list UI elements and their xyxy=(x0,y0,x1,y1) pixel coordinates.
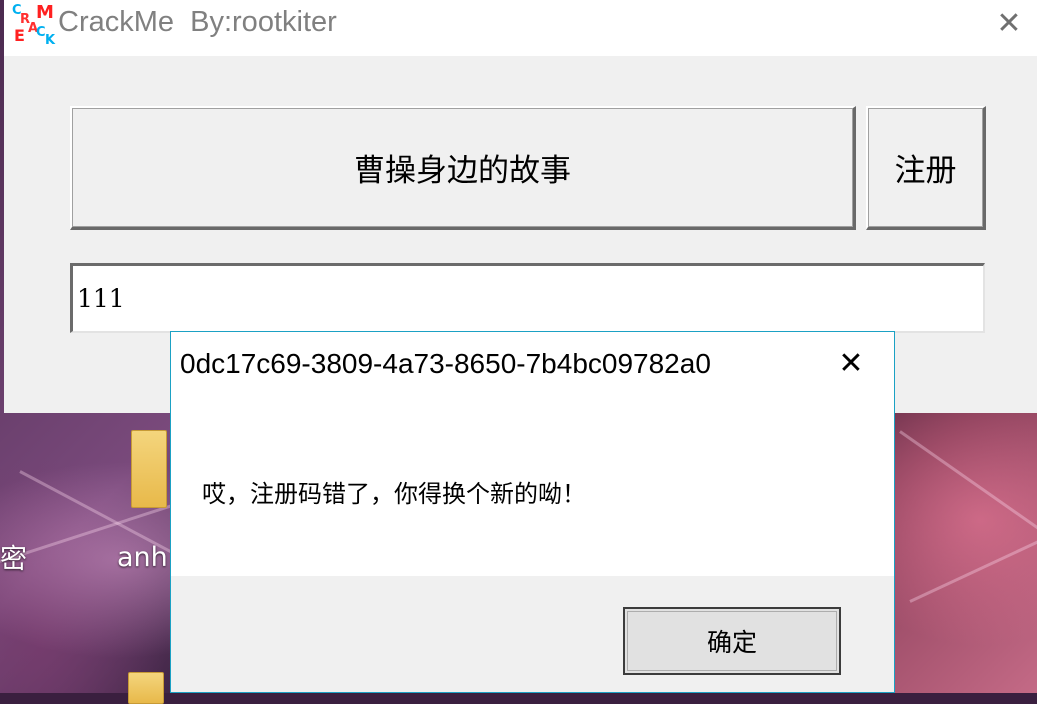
title-bar[interactable]: C R A M E C K CrackMe By:rootkiter ✕ xyxy=(4,0,1037,56)
message-box-body: 哎，注册码错了，你得换个新的呦！ xyxy=(171,398,894,576)
desktop-icon-label[interactable]: anh xyxy=(117,542,168,573)
wallpaper-streak xyxy=(899,430,1037,536)
close-icon[interactable]: ✕ xyxy=(992,8,1026,40)
error-message-box: 0dc17c69-3809-4a73-8650-7b4bc09782a0 ✕ 哎… xyxy=(170,331,895,693)
wallpaper-streak xyxy=(909,532,1037,603)
desktop-icon-label[interactable]: 密 xyxy=(0,537,27,576)
message-box-title: 0dc17c69-3809-4a73-8650-7b4bc09782a0 xyxy=(180,348,711,379)
desktop-folder-icon[interactable] xyxy=(128,672,164,704)
message-box-footer: 确定 xyxy=(171,576,894,692)
register-button[interactable]: 注册 xyxy=(866,106,986,230)
message-text: 哎，注册码错了，你得换个新的呦！ xyxy=(202,480,586,508)
ok-button[interactable]: 确定 xyxy=(623,607,841,675)
desktop-folder-icon[interactable] xyxy=(131,430,167,508)
crackme-app-icon: C R A M E C K xyxy=(12,2,56,48)
window-title: CrackMe By:rootkiter xyxy=(58,6,337,38)
serial-input[interactable] xyxy=(70,263,985,333)
close-icon[interactable]: ✕ xyxy=(831,346,871,382)
story-button[interactable]: 曹操身边的故事 xyxy=(70,106,856,230)
message-box-title-bar[interactable]: 0dc17c69-3809-4a73-8650-7b4bc09782a0 ✕ xyxy=(171,332,894,398)
